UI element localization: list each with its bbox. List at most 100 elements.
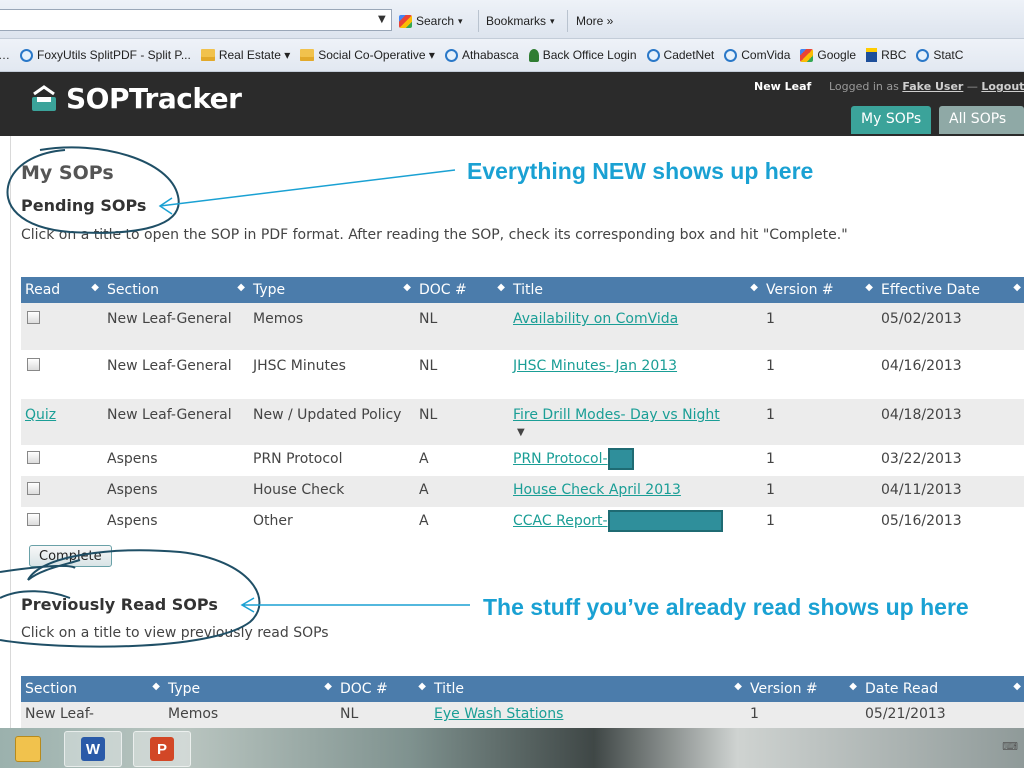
tab-all-sops[interactable]: All SOPs — [939, 106, 1024, 134]
column-title[interactable]: Title ◆ — [430, 676, 746, 702]
sop-title-link[interactable]: CCAC Report- — [513, 513, 608, 529]
google-icon — [800, 48, 814, 62]
sop-title-link[interactable]: Fire Drill Modes- Day vs Night — [513, 407, 720, 423]
column-doc-number[interactable]: DOC # ◆ — [336, 676, 430, 702]
column-version[interactable]: Version # ◆ — [762, 277, 877, 303]
column-type[interactable]: Type ◆ — [164, 676, 336, 702]
column-type[interactable]: Type ◆ — [249, 277, 415, 303]
cell-date: 04/16/2013 — [877, 350, 1024, 399]
read-checkbox[interactable] — [27, 513, 40, 526]
sop-title-link[interactable]: Availability on ComVida — [513, 311, 678, 327]
column-read[interactable]: Read ◆ — [21, 277, 103, 303]
toolbar-divider — [567, 10, 568, 32]
bookmark-google[interactable]: Google — [800, 48, 856, 62]
table-header-row: Read ◆ Section ◆ Type ◆ DOC # ◆ Title ◆ Versi… — [21, 277, 1024, 303]
bookmark-foxyutils[interactable]: FoxyUtils SplitPDF - Split P... — [20, 48, 191, 62]
site-header: SOPTracker New Leaf Logged in as Fake Us… — [0, 72, 1024, 136]
column-section[interactable]: Section ◆ — [21, 676, 164, 702]
bookmarks-button[interactable]: Bookmarks ▾ — [486, 14, 555, 28]
keyboard-icon[interactable]: ⌨ — [1002, 740, 1018, 753]
folder-icon — [300, 49, 315, 61]
cell-doc: NL — [415, 399, 509, 445]
column-version[interactable]: Version # ◆ — [746, 676, 861, 702]
bookmark-rbc[interactable]: RBC — [866, 48, 906, 62]
pending-sops-help: Click on a title to open the SOP in PDF … — [21, 227, 848, 243]
table-row: Aspens PRN Protocol A PRN Protocol- 1 03… — [21, 445, 1024, 476]
bookmarks-toolbar: … FoxyUtils SplitPDF - Split P... Real E… — [0, 39, 1024, 72]
pending-sops-table: Read ◆ Section ◆ Type ◆ DOC # ◆ Title ◆ Versi… — [21, 277, 1024, 538]
sort-icon: ◆ — [497, 282, 505, 293]
sop-title-link[interactable]: JHSC Minutes- Jan 2013 — [513, 358, 677, 374]
complete-button[interactable]: Complete — [29, 545, 112, 567]
user-link[interactable]: Fake User — [902, 80, 963, 93]
read-checkbox[interactable] — [27, 358, 40, 371]
cell-section: Aspens — [103, 476, 249, 507]
sort-icon: ◆ — [91, 282, 99, 293]
column-title[interactable]: Title ◆ — [509, 277, 762, 303]
cell-section: New Leaf-General — [103, 399, 249, 445]
login-info: Logged in as Fake User — Logout — [829, 80, 1024, 93]
folder-icon — [200, 49, 215, 61]
logo[interactable]: SOPTracker — [28, 82, 242, 115]
cell-version: 1 — [762, 303, 877, 350]
rbc-icon — [866, 48, 878, 62]
annotation-read: The stuff you’ve already read shows up h… — [483, 594, 969, 620]
more-button[interactable]: More » — [576, 14, 613, 28]
cell-type: JHSC Minutes — [249, 350, 415, 399]
cell-version: 1 — [762, 507, 877, 538]
cell-type: New / Updated Policy — [249, 399, 415, 445]
cell-date: 05/02/2013 — [877, 303, 1024, 350]
browser-toolbar: ▼ Search ▾ Bookmarks ▾ More » — [0, 0, 1024, 39]
logout-link[interactable]: Logout — [981, 80, 1024, 93]
column-effective-date[interactable]: Effective Date ◆ — [877, 277, 1024, 303]
address-dropdown-icon[interactable]: ▼ — [378, 14, 386, 25]
cell-section: New Leaf- — [21, 702, 164, 728]
ie-icon — [916, 48, 930, 62]
column-doc-number[interactable]: DOC # ◆ — [415, 277, 509, 303]
sop-title-link[interactable]: PRN Protocol- — [513, 451, 608, 467]
powerpoint-button[interactable]: P — [133, 731, 191, 767]
person-icon — [528, 48, 539, 62]
table-row: New Leaf-General JHSC Minutes NL JHSC Mi… — [21, 350, 1024, 399]
word-button[interactable]: W — [64, 731, 122, 767]
bookmark-real-estate[interactable]: Real Estate ▾ — [200, 48, 290, 62]
search-button[interactable]: Search ▾ — [399, 14, 463, 28]
read-checkbox[interactable] — [27, 311, 40, 324]
column-section[interactable]: Section ◆ — [103, 277, 249, 303]
tab-my-sops[interactable]: My SOPs — [851, 106, 932, 134]
bookmark-cadetnet[interactable]: CadetNet — [646, 48, 714, 62]
table-row: Aspens Other A CCAC Report- 1 05/16/2013 — [21, 507, 1024, 538]
sop-title-link[interactable]: Eye Wash Stations — [434, 706, 563, 722]
redaction-box — [607, 510, 723, 532]
bookmark-comvida[interactable]: ComVida — [724, 48, 790, 62]
table-row: Aspens House Check A House Check April 2… — [21, 476, 1024, 507]
bookmark-back-office-login[interactable]: Back Office Login — [528, 48, 637, 62]
bookmark-athabasca[interactable]: Athabasca — [444, 48, 519, 62]
pending-sops-title: Pending SOPs — [21, 196, 147, 215]
bookmark-social-co-operative[interactable]: Social Co-Operative ▾ — [300, 48, 435, 62]
read-checkbox[interactable] — [27, 482, 40, 495]
cell-date: 04/11/2013 — [877, 476, 1024, 507]
bookmark-statc[interactable]: StatC — [916, 48, 963, 62]
cell-section: Aspens — [103, 445, 249, 476]
cell-type: PRN Protocol — [249, 445, 415, 476]
column-date-read[interactable]: Date Read ◆ — [861, 676, 1024, 702]
quiz-link[interactable]: Quiz — [25, 407, 56, 423]
file-explorer-button[interactable] — [0, 731, 56, 767]
table-header-row: Section ◆ Type ◆ DOC # ◆ Title ◆ Version # ◆ … — [21, 676, 1024, 702]
sort-icon: ◆ — [849, 681, 857, 692]
previously-read-table: Section ◆ Type ◆ DOC # ◆ Title ◆ Version # ◆ … — [21, 676, 1024, 728]
main-content: My SOPs Pending SOPs Click on a title to… — [10, 136, 1024, 728]
cell-doc: NL — [415, 350, 509, 399]
cell-version: 1 — [746, 702, 861, 728]
cell-type: House Check — [249, 476, 415, 507]
address-bar[interactable] — [0, 9, 392, 31]
table-row: New Leaf- Memos NL Eye Wash Stations 1 0… — [21, 702, 1024, 728]
chevron-down-icon: ▾ — [550, 15, 555, 26]
ie-icon — [646, 48, 660, 62]
bookmarks-bar: … FoxyUtils SplitPDF - Split P... Real E… — [0, 48, 963, 62]
read-checkbox[interactable] — [27, 451, 40, 464]
sop-title-link[interactable]: House Check April 2013 — [513, 482, 681, 498]
taskbar: W P ⌨ — [0, 728, 1024, 768]
sort-icon: ◆ — [418, 681, 426, 692]
